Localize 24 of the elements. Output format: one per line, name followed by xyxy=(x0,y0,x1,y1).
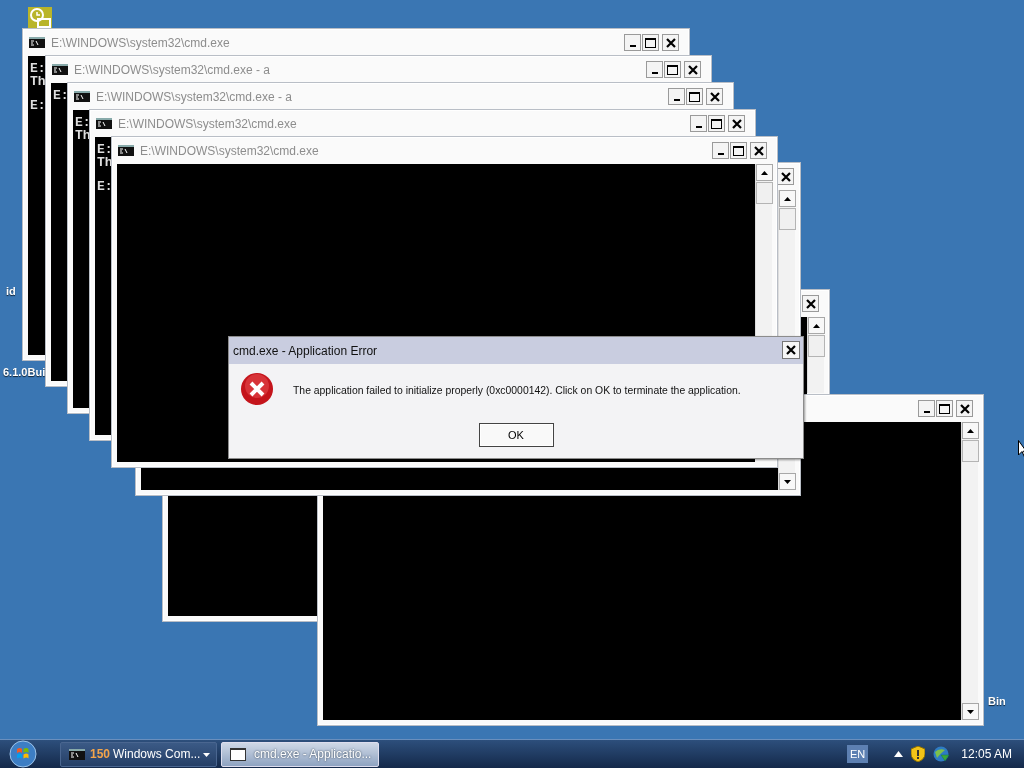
taskbar-button[interactable]: 150 Windows Com... xyxy=(60,741,217,767)
error-message: The application failed to initialize properly (0xc0000142). Click on OK to terminate the application. xyxy=(293,383,741,398)
desktop-icon-label[interactable]: Bin xyxy=(988,696,1006,707)
window-count: 150 xyxy=(90,746,111,763)
language-indicator[interactable]: EN xyxy=(847,744,869,764)
console-text: E: xyxy=(30,99,46,112)
console-text: E: xyxy=(30,62,46,75)
clock[interactable]: 12:05 AM xyxy=(961,745,1012,763)
desktop-icon-label[interactable]: id xyxy=(6,286,16,297)
desktop-icon-label[interactable]: 6.1.0Bui xyxy=(3,367,46,378)
console-text: E: xyxy=(97,180,113,193)
console-text: E: xyxy=(97,143,113,156)
ok-button[interactable]: OK xyxy=(478,423,554,447)
taskbar-label: Windows Com... xyxy=(113,746,201,763)
window-title: E:\WINDOWS\system32\cmd.exe xyxy=(118,115,297,133)
taskbar-label: cmd.exe - Applicatio... xyxy=(254,746,372,763)
window-title: E:\WINDOWS\system32\cmd.exe xyxy=(140,142,319,160)
window-title: E:\WINDOWS\system32\cmd.exe - a xyxy=(74,61,271,79)
dialog-title: cmd.exe - Application Error xyxy=(233,342,378,360)
window-title: E:\WINDOWS\system32\cmd.exe - a xyxy=(96,88,293,106)
window-title: E:\WINDOWS\system32\cmd.exe xyxy=(51,34,230,52)
console-text: E: xyxy=(53,89,69,102)
console-text: E: xyxy=(75,116,91,129)
console-text: Th xyxy=(30,75,46,88)
